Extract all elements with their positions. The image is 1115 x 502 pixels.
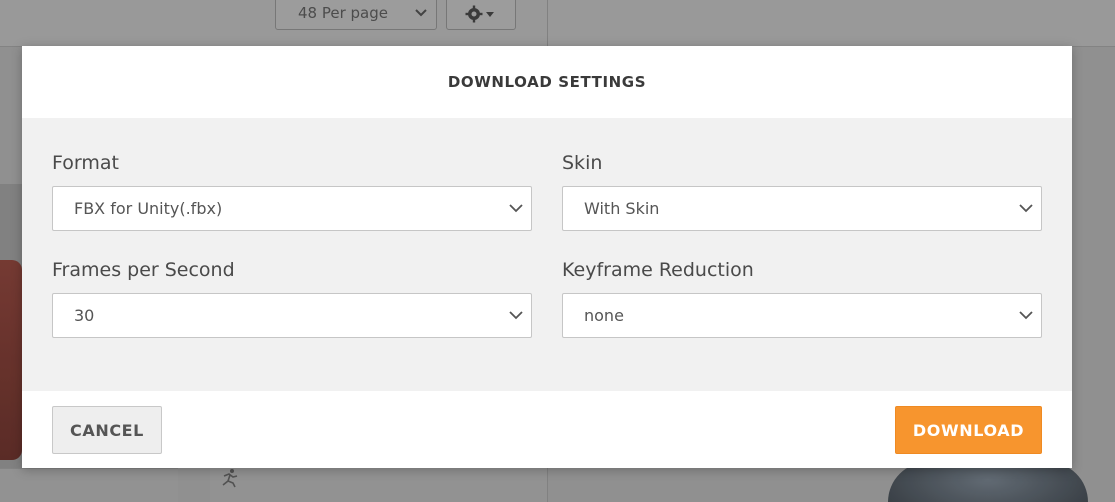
- download-button[interactable]: DOWNLOAD: [895, 406, 1042, 454]
- keyframe-reduction-field: Keyframe Reduction none: [562, 257, 1042, 338]
- dialog-footer: CANCEL DOWNLOAD: [22, 391, 1072, 468]
- fps-select-value: 30: [74, 306, 95, 325]
- skin-select[interactable]: With Skin: [562, 186, 1042, 231]
- skin-label: Skin: [562, 152, 603, 174]
- skin-select-value: With Skin: [584, 199, 660, 218]
- format-select[interactable]: FBX for Unity(.fbx): [52, 186, 532, 231]
- format-select-value: FBX for Unity(.fbx): [74, 199, 223, 218]
- fps-select[interactable]: 30: [52, 293, 532, 338]
- dialog-header: DOWNLOAD SETTINGS: [22, 46, 1072, 118]
- download-settings-dialog: DOWNLOAD SETTINGS Format FBX for Unity(.…: [22, 46, 1072, 468]
- format-field: Format FBX for Unity(.fbx): [52, 150, 532, 231]
- keyframe-reduction-select-value: none: [584, 306, 624, 325]
- keyframe-reduction-label: Keyframe Reduction: [562, 259, 754, 281]
- fps-label: Frames per Second: [52, 259, 235, 281]
- dialog-title: DOWNLOAD SETTINGS: [447, 73, 647, 91]
- skin-field: Skin With Skin: [562, 150, 1042, 231]
- chevron-down-icon: [507, 199, 525, 217]
- chevron-down-icon: [1017, 199, 1035, 217]
- keyframe-reduction-select[interactable]: none: [562, 293, 1042, 338]
- chevron-down-icon: [1017, 306, 1035, 324]
- cancel-button[interactable]: CANCEL: [52, 406, 162, 454]
- fps-field: Frames per Second 30: [52, 257, 532, 338]
- chevron-down-icon: [507, 306, 525, 324]
- format-label: Format: [52, 152, 119, 174]
- dialog-body: Format FBX for Unity(.fbx) Skin With Ski…: [22, 118, 1072, 391]
